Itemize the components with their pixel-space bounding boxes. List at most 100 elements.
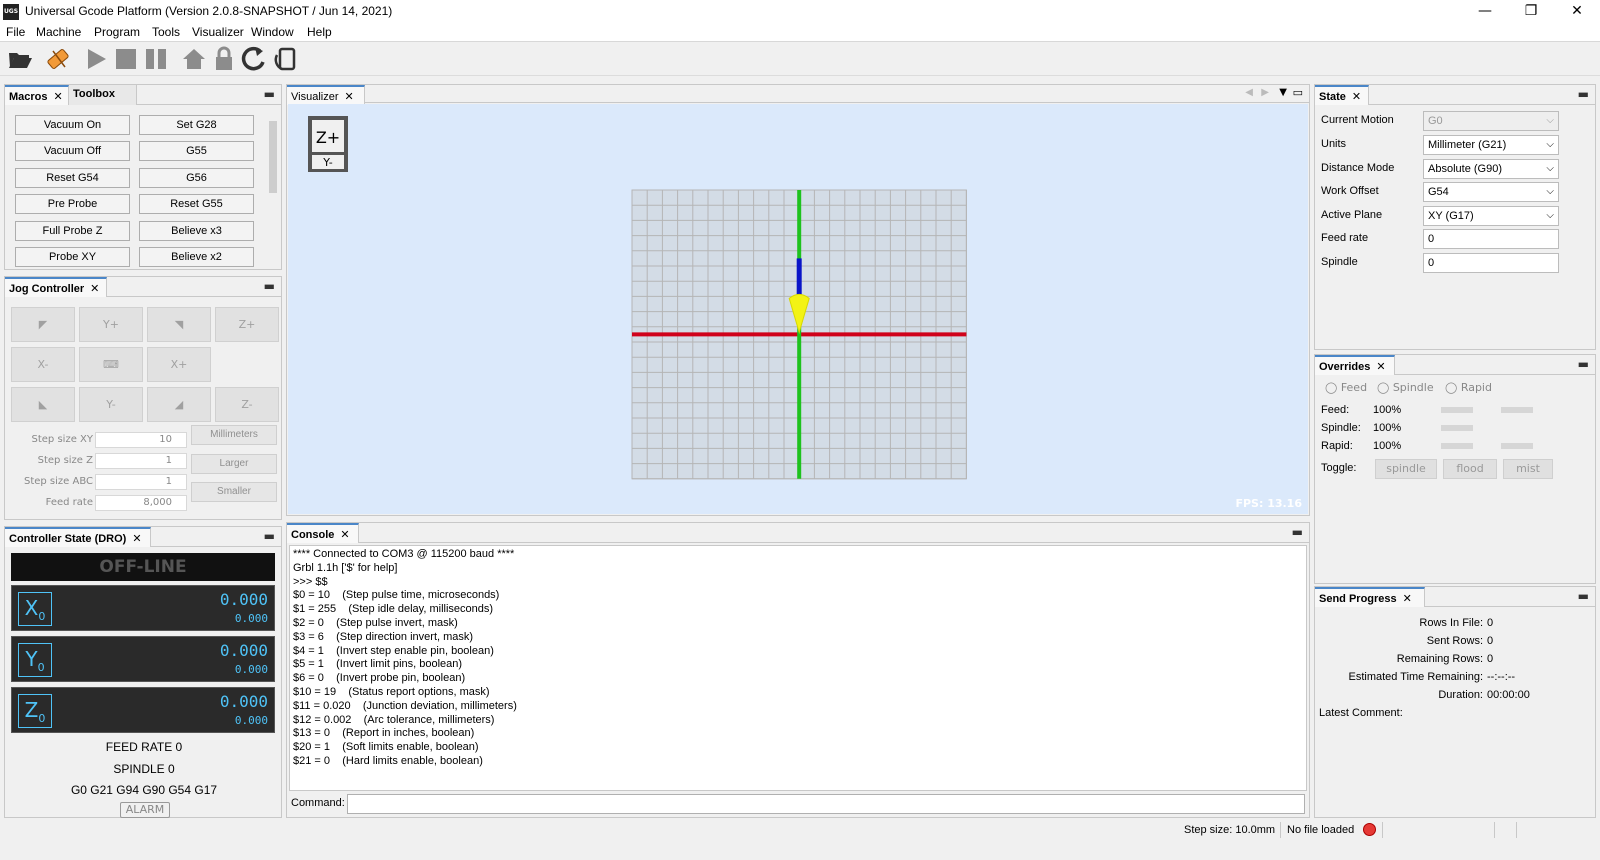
menu-file[interactable]: File [6, 25, 25, 39]
maximize-window-button[interactable]: ❐ [1508, 0, 1554, 24]
rapid-increase-button[interactable] [1501, 443, 1533, 449]
spindle-decrease-button[interactable] [1441, 425, 1473, 431]
step-size-abc-spinner[interactable]: 1 [95, 474, 187, 490]
tab-overrides[interactable]: Overrides ✕ [1315, 355, 1395, 375]
scroll-left-icon[interactable]: ◀ [1245, 87, 1253, 98]
close-icon[interactable]: ✕ [340, 529, 349, 541]
jog-x-minus-button[interactable]: X- [11, 347, 75, 382]
close-icon[interactable]: ✕ [1352, 91, 1361, 103]
macro-full-probe-z-button[interactable]: Full Probe Z [15, 221, 130, 241]
spindle-field[interactable]: 0 [1423, 253, 1559, 273]
macro-believe-x3-button[interactable]: Believe x3 [139, 221, 254, 241]
menu-window[interactable]: Window [251, 25, 294, 39]
units-select[interactable]: Millimeter (G21) ⌵ [1423, 135, 1559, 155]
jog-y-plus-button[interactable]: Y+ [79, 307, 143, 342]
toggle-flood-button[interactable]: flood [1443, 459, 1497, 479]
zero-y-button[interactable]: Y0 [18, 643, 52, 677]
minimize-icon[interactable]: ▬ [1292, 525, 1303, 539]
alarm-reset-icon[interactable] [272, 45, 300, 73]
view-cube[interactable]: Z+ Y- [308, 116, 348, 172]
minimize-icon[interactable]: ▬ [1578, 589, 1589, 603]
step-size-xy-spinner[interactable]: 10 [95, 432, 187, 448]
unlock-icon[interactable] [210, 45, 238, 73]
stop-icon[interactable] [112, 45, 140, 73]
macro-reset-g55-button[interactable]: Reset G55 [139, 194, 254, 214]
tab-visualizer[interactable]: Visualizer ✕ [287, 85, 365, 105]
command-input[interactable] [347, 794, 1305, 814]
menu-visualizer[interactable]: Visualizer [192, 25, 244, 39]
rapid-override-radio[interactable]: ◯ Rapid [1445, 381, 1492, 394]
close-icon[interactable]: ✕ [345, 91, 354, 103]
jog-x-minus-y-plus-button[interactable]: ◤ [11, 307, 75, 342]
maximize-icon[interactable]: ▭ [1293, 86, 1303, 99]
menu-tools[interactable]: Tools [152, 25, 180, 39]
open-folder-icon[interactable] [6, 45, 34, 73]
menu-machine[interactable]: Machine [36, 25, 81, 39]
close-icon[interactable]: ✕ [90, 283, 99, 295]
rapid-decrease-button[interactable] [1441, 443, 1473, 449]
play-icon[interactable] [82, 45, 110, 73]
feed-override-radio[interactable]: ◯ Feed [1325, 381, 1367, 394]
zero-z-button[interactable]: Z0 [18, 694, 52, 728]
macro-set-g28-button[interactable]: Set G28 [139, 115, 254, 135]
jog-x-minus-y-minus-button[interactable]: ◣ [11, 387, 75, 422]
zero-x-button[interactable]: X0 [18, 592, 52, 626]
macros-scrollbar[interactable] [267, 107, 279, 267]
smaller-step-button[interactable]: Smaller [191, 482, 277, 502]
larger-step-button[interactable]: Larger [191, 454, 277, 474]
console-output[interactable]: **** Connected to COM3 @ 115200 baud ***… [289, 545, 1307, 791]
macro-vacuum-on-button[interactable]: Vacuum On [15, 115, 130, 135]
tab-console[interactable]: Console ✕ [287, 523, 359, 543]
feed-increase-button[interactable] [1501, 407, 1533, 413]
minimize-window-button[interactable]: — [1462, 0, 1508, 24]
close-window-button[interactable]: ✕ [1554, 0, 1600, 24]
macro-probe-xy-button[interactable]: Probe XY [15, 247, 130, 267]
minimize-icon[interactable]: ▬ [1578, 357, 1589, 371]
tab-send-progress[interactable]: Send Progress ✕ [1315, 587, 1425, 607]
feed-decrease-button[interactable] [1441, 407, 1473, 413]
dropdown-icon[interactable]: ▼ [1279, 87, 1287, 98]
scrollbar-thumb[interactable] [269, 121, 277, 193]
menu-help[interactable]: Help [307, 25, 332, 39]
current-motion-select[interactable]: G0 ⌵ [1423, 111, 1559, 131]
connect-plug-icon[interactable] [44, 45, 72, 73]
minimize-icon[interactable]: ▬ [264, 529, 275, 543]
minimize-icon[interactable]: ▬ [264, 279, 275, 293]
feed-rate-field[interactable]: 0 [1423, 229, 1559, 249]
tab-jog-controller[interactable]: Jog Controller ✕ [5, 277, 107, 297]
minimize-icon[interactable]: ▬ [264, 87, 275, 101]
toggle-spindle-button[interactable]: spindle [1375, 459, 1437, 479]
jog-z-minus-button[interactable]: Z- [215, 387, 279, 422]
reset-icon[interactable] [240, 45, 268, 73]
macro-reset-g54-button[interactable]: Reset G54 [15, 168, 130, 188]
tab-controller-state[interactable]: Controller State (DRO) ✕ [5, 527, 151, 547]
menu-program[interactable]: Program [94, 25, 140, 39]
macro-g56-button[interactable]: G56 [139, 168, 254, 188]
home-icon[interactable] [180, 45, 208, 73]
jog-x-plus-button[interactable]: X+ [147, 347, 211, 382]
jog-y-minus-button[interactable]: Y- [79, 387, 143, 422]
macro-pre-probe-button[interactable]: Pre Probe [15, 194, 130, 214]
pause-icon[interactable] [142, 45, 170, 73]
macro-g55-button[interactable]: G55 [139, 141, 254, 161]
visualizer-canvas[interactable]: Z+ Y- FPS: 13.16 [288, 104, 1308, 514]
units-toggle-button[interactable]: Millimeters [191, 425, 277, 445]
close-icon[interactable]: ✕ [54, 91, 63, 103]
keyboard-jog-button[interactable]: ⌨ [79, 347, 143, 382]
minimize-icon[interactable]: ▬ [1578, 87, 1589, 101]
macro-vacuum-off-button[interactable]: Vacuum Off [15, 141, 130, 161]
tab-macros[interactable]: Macros ✕ [5, 85, 69, 105]
close-icon[interactable]: ✕ [1376, 361, 1385, 373]
tab-state[interactable]: State ✕ [1315, 85, 1369, 105]
feed-rate-spinner[interactable]: 8,000 [95, 495, 187, 511]
jog-x-plus-y-minus-button[interactable]: ◢ [147, 387, 211, 422]
jog-z-plus-button[interactable]: Z+ [215, 307, 279, 342]
active-plane-select[interactable]: XY (G17) ⌵ [1423, 206, 1559, 226]
close-icon[interactable]: ✕ [1403, 593, 1412, 605]
scroll-right-icon[interactable]: ▶ [1261, 87, 1269, 98]
distance-mode-select[interactable]: Absolute (G90) ⌵ [1423, 159, 1559, 179]
jog-x-plus-y-plus-button[interactable]: ◥ [147, 307, 211, 342]
work-offset-select[interactable]: G54 ⌵ [1423, 182, 1559, 202]
close-icon[interactable]: ✕ [132, 533, 141, 545]
spindle-override-radio[interactable]: ◯ Spindle [1377, 381, 1434, 394]
